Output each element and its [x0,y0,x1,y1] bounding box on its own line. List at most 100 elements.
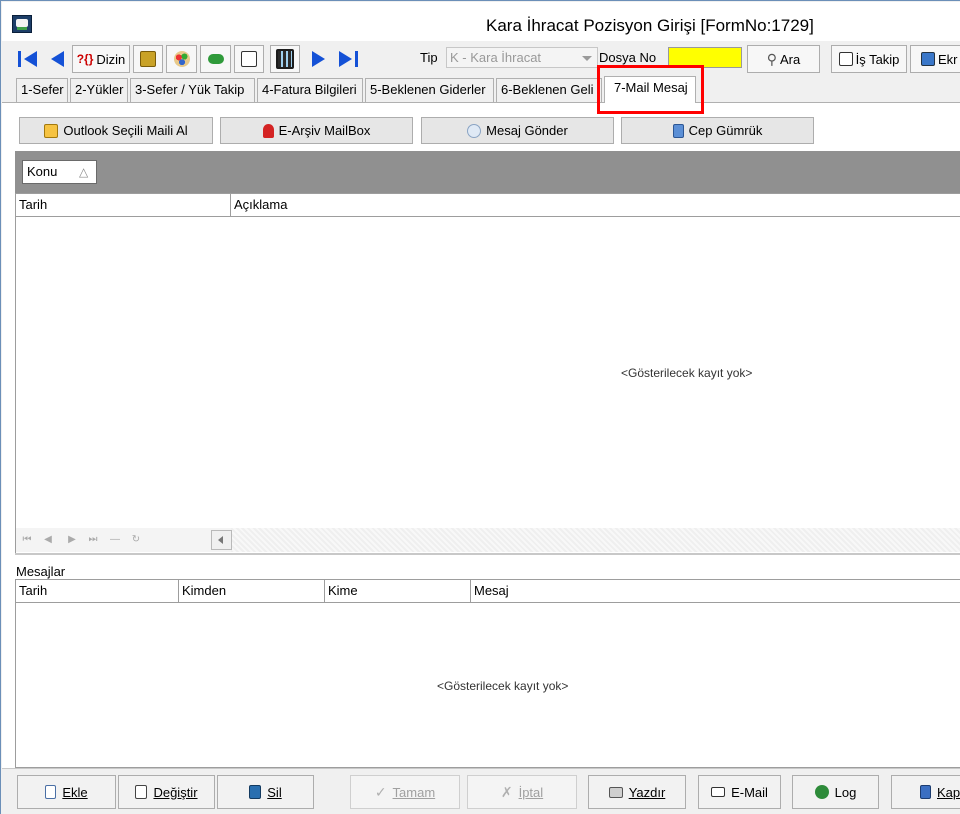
envelope-icon [711,787,726,797]
palette-button[interactable] [166,45,197,73]
sil-label: Sil [267,784,282,800]
money-button[interactable] [200,45,231,73]
new-document-icon [45,785,57,799]
nav-refresh-icon[interactable]: ↻ [130,534,142,546]
first-record-button[interactable] [14,45,40,73]
column-header-aciklama[interactable]: Açıklama [231,194,960,216]
column-header-kime[interactable]: Kime [325,580,471,602]
splitter[interactable] [15,553,960,555]
column-header-kimden[interactable]: Kimden [179,580,325,602]
dizin-label: Dizin [96,51,126,67]
prev-record-button[interactable] [44,45,70,73]
outlook-icon [44,123,59,138]
checkmark-icon: ✓ [374,783,387,800]
last-record-button[interactable] [335,45,361,73]
help-index-icon: ?{} [76,52,94,66]
printer-icon [608,786,623,798]
outlook-mail-button[interactable]: Outlook Seçili Maili Al [19,117,213,144]
group-by-konu-chip[interactable]: Konu △ [22,160,97,184]
group-by-panel: Konu △ [15,151,960,193]
calculator-icon [276,49,294,69]
tab-strip: 1-Sefer 2-Yükler 3-Sefer / Yük Takip 4-F… [2,76,960,103]
search-icon: ⚲ [766,50,778,67]
tamam-button[interactable]: ✓ Tamam [350,775,460,809]
calculator-button[interactable] [270,45,300,73]
yazdir-button[interactable]: Yazdır [588,775,686,809]
grid1-header: Tarih Açıklama [16,193,960,217]
yazdir-label: Yazdır [628,784,666,800]
log-button[interactable]: Log [792,775,879,809]
trash-icon [249,785,262,799]
cep-gumruk-label: Cep Gümrük [688,123,763,138]
tip-value: K - Kara İhracat [450,50,542,65]
grid1-empty-message: <Gösterilecek kayıt yok> [621,366,753,380]
mesaj-gonder-button[interactable]: Mesaj Gönder [421,117,614,144]
nav-next-icon[interactable]: ▶ [66,534,78,546]
tab-yukler[interactable]: 2-Yükler [70,78,128,102]
next-arrow-icon [311,51,325,67]
last-arrow-icon [338,51,352,67]
form-window: Kara İhracat Pozisyon Girişi [FormNo:172… [0,0,960,814]
globe-icon [814,785,829,799]
ekran-button[interactable]: Ekr [910,45,960,73]
grid1-horizontal-scrollbar[interactable] [231,528,960,552]
prev-arrow-icon [50,51,64,67]
next-record-button[interactable] [305,45,331,73]
print-preview-button[interactable] [234,45,264,73]
money-icon [207,54,224,64]
tab-mail-mesaj[interactable]: 7-Mail Mesaj [604,76,696,103]
cep-gumruk-button[interactable]: Cep Gümrük [621,117,814,144]
kapat-button[interactable]: Kap [891,775,960,809]
tab-fatura-bilgileri[interactable]: 4-Fatura Bilgileri [257,78,363,102]
tab-beklenen-giderler[interactable]: 5-Beklenen Giderler [365,78,494,102]
mesaj-gonder-label: Mesaj Gönder [486,123,568,138]
is-takip-button[interactable]: İş Takip [831,45,907,73]
message-bubble-icon [467,123,482,138]
title-bar: Kara İhracat Pozisyon Girişi [FormNo:172… [2,2,960,41]
mesajlar-label: Mesajlar [16,564,66,579]
exit-door-icon [920,785,931,799]
earsiv-mailbox-button[interactable]: E-Arşiv MailBox [220,117,413,144]
mailbox-icon [262,123,274,138]
iptal-button[interactable]: ✗ İptal [467,775,577,809]
tab-sefer-yuk-takip[interactable]: 3-Sefer / Yük Takip [130,78,255,102]
outlook-label: Outlook Seçili Maili Al [63,123,188,138]
earsiv-label: E-Arşiv MailBox [278,123,371,138]
ara-label: Ara [780,51,801,67]
phone-icon [672,123,684,138]
tamam-label: Tamam [392,784,436,800]
ekle-button[interactable]: Ekle [17,775,116,809]
dizin-button[interactable]: ?{} Dizin [72,45,130,73]
iptal-label: İptal [518,784,544,800]
email-label: E-Mail [731,784,768,800]
nav-last-icon[interactable]: ⏭ [87,534,99,546]
column-header-mesaj[interactable]: Mesaj [471,580,960,602]
sil-button[interactable]: Sil [217,775,314,809]
first-arrow-icon [23,51,37,67]
nav-first-icon[interactable]: ⏮ [21,534,33,546]
scroll-left-button[interactable] [211,530,232,550]
nav-prev-icon[interactable]: ◀ [42,534,54,546]
tab-sefer[interactable]: 1-Sefer [16,78,68,102]
grid2-header: Tarih Kimden Kime Mesaj [16,579,960,603]
degistir-button[interactable]: Değiştir [118,775,215,809]
ekran-label: Ekr [938,51,958,67]
nav-delete-icon[interactable]: — [109,534,121,546]
chevron-down-icon[interactable] [582,56,592,61]
dosya-no-input[interactable] [668,47,742,68]
cancel-x-icon: ✗ [500,783,513,800]
sort-ascending-icon: △ [79,165,89,179]
degistir-label: Değiştir [153,784,198,800]
column-header-tarih-2[interactable]: Tarih [16,580,179,602]
mail-mesaj-panel: Outlook Seçili Maili Al E-Arşiv MailBox … [2,102,960,768]
column-header-tarih[interactable]: Tarih [16,194,231,216]
tip-label: Tip [420,50,438,65]
kapat-label: Kap [937,784,960,800]
document-money-button[interactable] [133,45,163,73]
document-coin-icon [140,51,156,67]
email-button[interactable]: E-Mail [698,775,781,809]
log-label: Log [834,784,857,800]
ara-button[interactable]: ⚲ Ara [747,45,820,73]
tab-beklenen-gelirler[interactable]: 6-Beklenen Geli [496,78,602,102]
tip-select[interactable]: K - Kara İhracat [446,47,598,68]
